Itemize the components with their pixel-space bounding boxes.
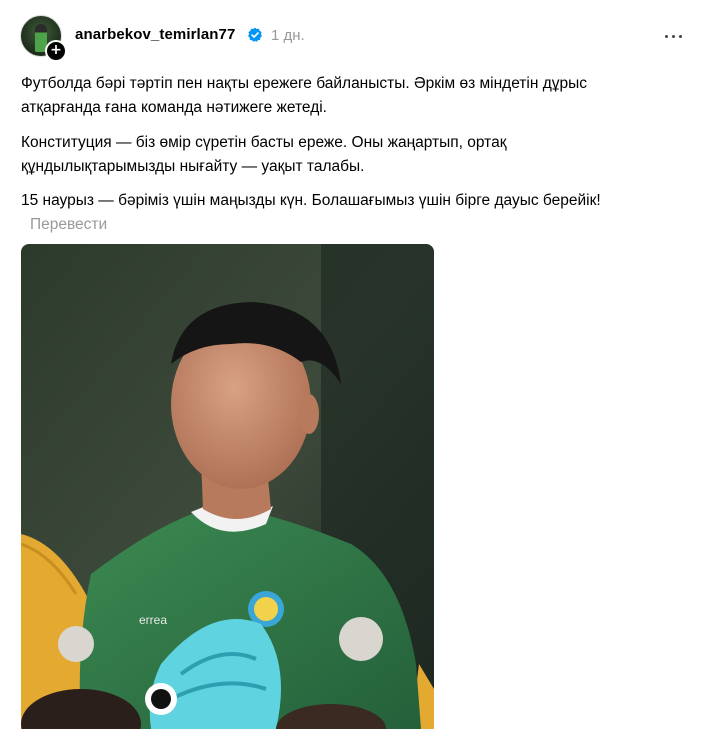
post-paragraph-2: Конституция — біз өмір сүретін басты ере… <box>21 134 507 175</box>
post-paragraph-3-text: 15 наурыз — бәріміз үшін маңызды күн. Бо… <box>21 192 601 209</box>
post-paragraph-1: Футболда бәрі тәртіп пен нақты ережеге б… <box>21 75 588 116</box>
more-options-icon[interactable] <box>662 26 686 46</box>
post-photo[interactable]: errea <box>21 244 434 729</box>
post-card: + anarbekov_temirlan77 1 дн. Футболда бә… <box>0 0 703 729</box>
translate-link[interactable]: Перевести <box>30 216 107 233</box>
jersey-brand-text: errea <box>139 613 167 627</box>
post-timestamp[interactable]: 1 дн. <box>271 27 305 44</box>
goalkeeper-photo: errea <box>21 244 434 729</box>
avatar[interactable]: + <box>20 15 67 62</box>
follow-plus-icon[interactable]: + <box>45 40 67 62</box>
post-paragraph-3: 15 наурыз — бәріміз үшін маңызды күн. Бо… <box>21 189 661 237</box>
verified-badge-icon <box>248 27 262 42</box>
username-link[interactable]: anarbekov_temirlan77 <box>75 26 235 43</box>
